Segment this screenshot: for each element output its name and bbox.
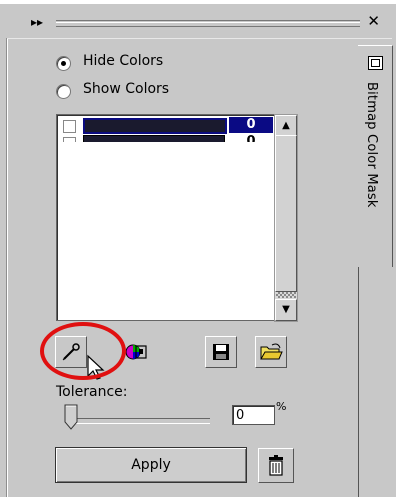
- drag-grip[interactable]: [56, 20, 360, 27]
- scroll-thumb[interactable]: [275, 135, 297, 292]
- bitmap-color-mask-docker: ▸▸ ✕ Bitmap Color Mask Hide Colors Show …: [0, 0, 396, 497]
- tab-bitmap-color-mask[interactable]: Bitmap Color Mask: [358, 45, 393, 269]
- bitmap-icon: [368, 56, 383, 70]
- tolerance-input[interactable]: 0: [232, 405, 275, 425]
- save-button[interactable]: [205, 336, 237, 368]
- tolerance-label: Tolerance:: [56, 384, 128, 400]
- percent-unit: %: [276, 400, 287, 413]
- close-icon[interactable]: ✕: [367, 12, 380, 30]
- highlight-circle: [40, 322, 126, 380]
- open-button[interactable]: [255, 336, 287, 368]
- color-list[interactable]: 0 0: [56, 114, 275, 321]
- docker-title-bar[interactable]: ▸▸ ✕: [7, 8, 392, 39]
- scroll-track[interactable]: [276, 292, 296, 298]
- hide-colors-label[interactable]: Hide Colors: [83, 53, 163, 69]
- show-colors-label[interactable]: Show Colors: [83, 81, 169, 97]
- delete-button[interactable]: [258, 448, 294, 483]
- tolerance-slider[interactable]: [70, 418, 210, 424]
- hide-colors-radio[interactable]: [56, 56, 71, 71]
- color-swatch: [83, 135, 225, 142]
- apply-button[interactable]: Apply: [55, 447, 247, 483]
- color-checkbox[interactable]: [63, 120, 76, 133]
- open-folder-icon: [260, 343, 283, 360]
- color-tolerance-value: 0: [229, 117, 273, 133]
- scroll-up-button[interactable]: ▲: [275, 115, 297, 137]
- list-item[interactable]: 0: [61, 117, 274, 134]
- show-colors-radio[interactable]: [56, 84, 71, 99]
- color-tolerance-value: 0: [246, 134, 256, 142]
- slider-knob[interactable]: [64, 404, 78, 430]
- tab-label: Bitmap Color Mask: [364, 82, 379, 208]
- trash-icon: [269, 455, 283, 476]
- list-scrollbar[interactable]: ▲ ▼: [274, 114, 298, 322]
- list-item[interactable]: 0: [61, 134, 274, 142]
- color-swatch: [83, 118, 227, 134]
- color-checkbox[interactable]: [63, 137, 76, 142]
- save-icon: [213, 344, 229, 360]
- scroll-down-button[interactable]: ▼: [275, 299, 297, 321]
- expand-arrows-icon[interactable]: ▸▸: [31, 15, 43, 29]
